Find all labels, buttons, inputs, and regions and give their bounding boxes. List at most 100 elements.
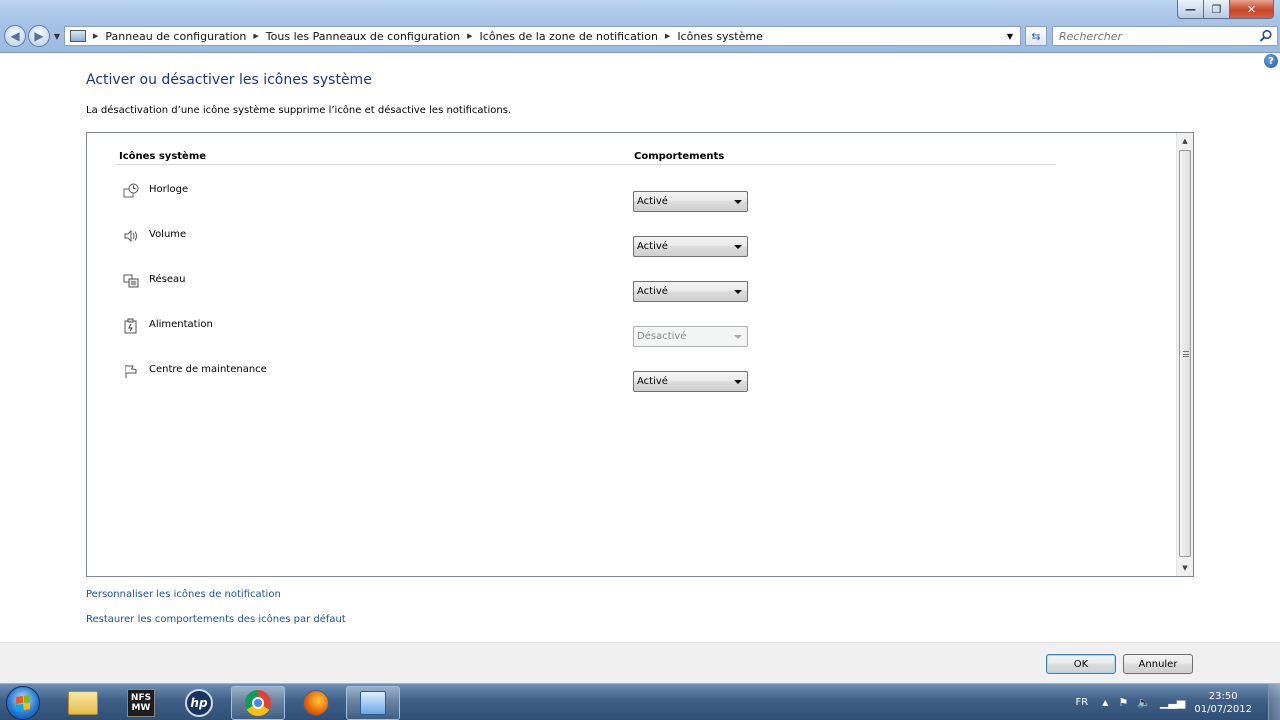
taskbar-firefox[interactable] xyxy=(289,686,343,720)
page-description: La désactivation d’une icône système sup… xyxy=(86,105,512,116)
network-icon xyxy=(123,274,139,288)
folder-icon xyxy=(68,691,98,715)
behavior-dropdown-clock[interactable]: Activé xyxy=(633,191,748,212)
row-label: Horloge xyxy=(149,184,189,195)
system-icons-list: Icônes système Comportements Horloge Act… xyxy=(86,132,1194,577)
back-button[interactable]: ◀ xyxy=(4,25,26,47)
breadcrumb-system-icons[interactable]: Icônes système xyxy=(677,30,763,43)
recent-pages-dropdown[interactable]: ▼ xyxy=(52,32,62,41)
chevron-down-icon xyxy=(734,200,742,204)
cancel-button[interactable]: Annuler xyxy=(1123,654,1193,674)
show-hidden-icons-button[interactable]: ▲ xyxy=(1102,698,1108,707)
refresh-button[interactable]: ⇆ xyxy=(1025,26,1047,46)
page-title: Activer ou désactiver les icônes système xyxy=(86,72,372,88)
taskbar-chrome[interactable] xyxy=(231,686,285,720)
header-divider xyxy=(116,164,1056,165)
taskbar-nfs-mw[interactable]: NFS MW xyxy=(114,686,168,720)
table-row: Alimentation Désactivé xyxy=(87,318,1087,350)
forward-button[interactable]: ▶ xyxy=(28,25,50,47)
row-label: Centre de maintenance xyxy=(149,364,267,375)
close-button[interactable]: ✕ xyxy=(1230,0,1274,19)
scroll-up-button[interactable]: ▲ xyxy=(1177,133,1193,149)
customize-notification-icons-link[interactable]: Personnaliser les icônes de notification xyxy=(86,589,281,600)
clock-time: 23:50 xyxy=(1208,690,1238,702)
language-indicator[interactable]: FR xyxy=(1076,697,1089,708)
dropdown-value: Activé xyxy=(637,286,668,297)
breadcrumb: ▶ Panneau de configuration ▶ Tous les Pa… xyxy=(86,30,763,43)
clock[interactable]: 23:50 01/07/2012 xyxy=(1194,690,1252,716)
navigation-buttons: ◀ ▶ ▼ xyxy=(4,25,62,47)
chevron-right-icon[interactable]: ▶ xyxy=(93,32,98,40)
windows-logo-icon xyxy=(16,695,30,711)
dropdown-value: Activé xyxy=(637,376,668,387)
show-desktop-button[interactable] xyxy=(1268,684,1280,720)
chevron-right-icon[interactable]: ▶ xyxy=(665,32,670,40)
scroll-down-button[interactable]: ▼ xyxy=(1177,560,1193,576)
dropdown-value: Désactivé xyxy=(637,331,687,342)
chevron-right-icon[interactable]: ▶ xyxy=(467,32,472,40)
network-signal-icon[interactable]: ▁▃▅ xyxy=(1160,696,1185,709)
table-row: Réseau Activé xyxy=(87,273,1087,305)
search-box[interactable] xyxy=(1052,26,1278,46)
row-label: Volume xyxy=(149,229,187,240)
chrome-icon xyxy=(245,690,271,716)
chevron-down-icon xyxy=(734,245,742,249)
breadcrumb-all-control-panels[interactable]: Tous les Panneaux de configuration xyxy=(266,30,460,43)
chevron-down-icon xyxy=(734,335,742,339)
mw-label: MW xyxy=(131,703,151,713)
column-header-behaviors: Comportements xyxy=(634,151,725,162)
ok-button[interactable]: OK xyxy=(1046,654,1116,674)
chevron-down-icon xyxy=(734,290,742,294)
minimize-button[interactable]: — xyxy=(1177,0,1204,19)
breadcrumb-notification-icons[interactable]: Icônes de la zone de notification xyxy=(480,30,658,43)
chevron-down-icon xyxy=(734,380,742,384)
taskbar-explorer[interactable] xyxy=(56,686,110,720)
firefox-icon xyxy=(303,690,329,716)
flag-icon xyxy=(125,365,137,378)
power-icon xyxy=(124,318,137,334)
grip-icon xyxy=(1183,351,1189,357)
arrow-right-icon: ▶ xyxy=(34,29,44,43)
title-bar: — ❐ ✕ ◀ ▶ ▼ ▶ Panneau de configuration ▶… xyxy=(0,0,1280,53)
taskbar-control-panel[interactable] xyxy=(346,686,400,720)
address-bar[interactable]: ▶ Panneau de configuration ▶ Tous les Pa… xyxy=(64,26,1021,46)
volume-icon xyxy=(124,229,137,243)
clock-icon xyxy=(123,183,139,198)
behavior-dropdown-power: Désactivé xyxy=(633,326,748,347)
restore-default-behaviors-link[interactable]: Restaurer les comportements des icônes p… xyxy=(86,614,346,625)
table-row: Horloge Activé xyxy=(87,183,1087,215)
breadcrumb-control-panel[interactable]: Panneau de configuration xyxy=(105,30,246,43)
arrow-left-icon: ◀ xyxy=(10,29,20,43)
control-panel-icon xyxy=(360,691,386,715)
nfs-mw-icon: NFS MW xyxy=(127,689,155,717)
scrollbar-thumb[interactable] xyxy=(1179,150,1191,557)
taskbar: NFS MW hp FR ▲ ⚑ 🔈 ▁▃▅ 23:50 01/07/2012 xyxy=(0,683,1280,720)
column-header-icons: Icônes système xyxy=(119,151,207,162)
search-input[interactable] xyxy=(1053,27,1253,45)
nfs-label: NFS xyxy=(130,693,152,703)
action-center-flag-icon[interactable]: ⚑ xyxy=(1118,696,1128,709)
vertical-scrollbar[interactable]: ▲ ▼ xyxy=(1176,133,1193,576)
table-row: Centre de maintenance Activé xyxy=(87,363,1087,395)
chevron-right-icon[interactable]: ▶ xyxy=(253,32,258,40)
address-dropdown-button[interactable]: ▼ xyxy=(1000,27,1020,45)
control-panel-icon xyxy=(70,30,86,42)
row-label: Alimentation xyxy=(149,319,213,330)
row-label: Réseau xyxy=(149,274,186,285)
start-button[interactable] xyxy=(6,686,40,720)
volume-icon[interactable]: 🔈 xyxy=(1137,696,1151,709)
behavior-dropdown-action-center[interactable]: Activé xyxy=(633,371,748,392)
dialog-footer: OK Annuler xyxy=(0,642,1280,683)
help-button[interactable]: ? xyxy=(1264,54,1278,68)
maximize-button[interactable]: ❐ xyxy=(1204,0,1230,19)
search-icon[interactable] xyxy=(1259,29,1273,43)
refresh-icon: ⇆ xyxy=(1031,29,1041,43)
behavior-dropdown-volume[interactable]: Activé xyxy=(633,236,748,257)
dropdown-value: Activé xyxy=(637,241,668,252)
system-tray: FR ▲ ⚑ 🔈 ▁▃▅ 23:50 01/07/2012 xyxy=(1076,684,1280,720)
taskbar-hp[interactable]: hp xyxy=(172,686,226,720)
behavior-dropdown-network[interactable]: Activé xyxy=(633,281,748,302)
hp-icon: hp xyxy=(185,689,213,717)
window-controls: — ❐ ✕ xyxy=(1177,0,1274,19)
clock-date: 01/07/2012 xyxy=(1194,703,1252,715)
